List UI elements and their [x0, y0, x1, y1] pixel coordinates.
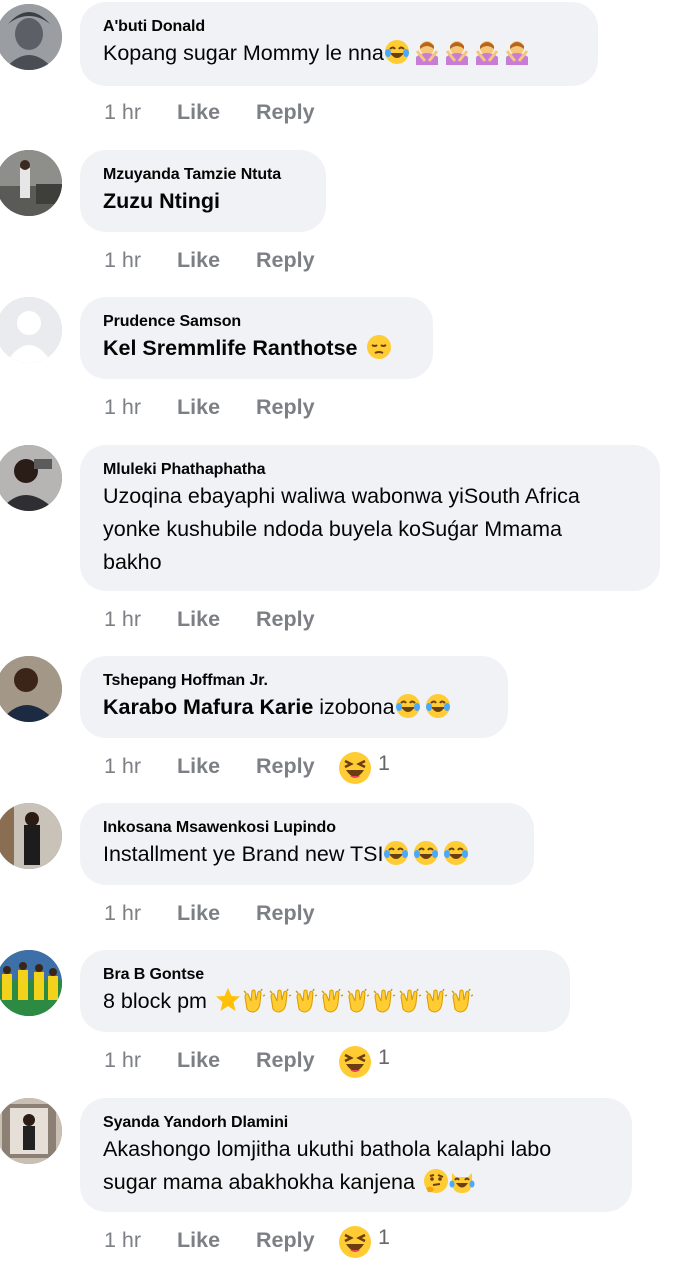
- avatar[interactable]: [0, 297, 62, 363]
- comment-text-line: Akashongo lomjitha ukuthi bathola kalaph…: [103, 1137, 552, 1161]
- avatar[interactable]: [0, 4, 62, 70]
- comment-text-line: yonke kushubile ndoda buyela koSuǵar Mma…: [103, 517, 562, 541]
- clap-emoji-icon: [345, 987, 371, 1013]
- like-button[interactable]: Like: [177, 1045, 220, 1075]
- laugh-cry-emoji-icon: [425, 693, 451, 719]
- comment-text-line-with-emojis: sugar mama abakhokha kanjena: [103, 1166, 610, 1199]
- comment-body: 8 block pm: [103, 989, 207, 1013]
- clap-emoji-icon: [423, 987, 449, 1013]
- no-gesture-emoji-icon: [444, 39, 470, 65]
- laugh-cry-emoji-icon: [384, 39, 410, 65]
- reply-button[interactable]: Reply: [256, 1045, 315, 1075]
- comment-bubble: Prudence Samson Kel Sremmlife Ranthotse: [80, 297, 433, 379]
- reply-button[interactable]: Reply: [256, 245, 315, 275]
- reply-button[interactable]: Reply: [256, 604, 315, 634]
- commenter-name[interactable]: A'buti Donald: [103, 17, 576, 37]
- laugh-cry-emoji-icon: [395, 693, 421, 719]
- timestamp[interactable]: 1 hr: [104, 898, 141, 928]
- reaction-count: 1: [378, 1225, 390, 1249]
- pensive-emoji-icon: [366, 334, 392, 360]
- comment-text: Zuzu Ntingi: [103, 185, 304, 218]
- comment-text-line: Uzoqina ebayaphi waliwa wabonwa yiSouth …: [103, 484, 580, 508]
- comment-bubble: A'buti Donald Kopang sugar Mommy le nna: [80, 2, 598, 86]
- no-gesture-emoji-icon: [504, 39, 530, 65]
- avatar[interactable]: [0, 1098, 62, 1164]
- like-button[interactable]: Like: [177, 604, 220, 634]
- timestamp[interactable]: 1 hr: [104, 604, 141, 634]
- comment-body: Installment ye Brand new TSI: [103, 842, 384, 866]
- commenter-name[interactable]: Prudence Samson: [103, 312, 411, 332]
- comment-bubble: Bra B Gontse 8 block pm: [80, 950, 570, 1032]
- avatar[interactable]: [0, 150, 62, 216]
- like-button[interactable]: Like: [177, 97, 220, 127]
- commenter-name[interactable]: Bra B Gontse: [103, 965, 548, 985]
- timestamp[interactable]: 1 hr: [104, 97, 141, 127]
- haha-reaction-icon: [338, 751, 372, 793]
- haha-reaction-icon: [338, 1045, 372, 1087]
- comment-body: izobona: [313, 695, 395, 719]
- comment-bubble: Mluleki Phathaphatha Uzoqina ebayaphi wa…: [80, 445, 660, 591]
- comment-text-line: sugar mama abakhokha kanjena: [103, 1170, 415, 1194]
- clap-emoji-icon: [293, 987, 319, 1013]
- like-button[interactable]: Like: [177, 245, 220, 275]
- comment-text: Kel Sremmlife Ranthotse: [103, 332, 411, 365]
- reply-button[interactable]: Reply: [256, 898, 315, 928]
- clap-emoji-icon: [319, 987, 345, 1013]
- mentioned-user-link[interactable]: Kel Sremmlife Ranthotse: [103, 336, 357, 360]
- comment-text: Uzoqina ebayaphi waliwa wabonwa yiSouth …: [103, 480, 638, 579]
- comment-bubble: Mzuyanda Tamzie Ntuta Zuzu Ntingi: [80, 150, 326, 232]
- comment-text: Akashongo lomjitha ukuthi bathola kalaph…: [103, 1133, 610, 1199]
- comment-text-line: bakho: [103, 550, 162, 574]
- comment-text: Installment ye Brand new TSI: [103, 838, 512, 871]
- laugh-cry-emoji-icon: [383, 840, 409, 866]
- haha-reaction-icon: [338, 1225, 372, 1267]
- reaction-count: 1: [378, 1045, 390, 1069]
- timestamp[interactable]: 1 hr: [104, 1045, 141, 1075]
- clap-emoji-icon: [241, 987, 267, 1013]
- timestamp[interactable]: 1 hr: [104, 392, 141, 422]
- avatar[interactable]: [0, 656, 62, 722]
- reply-button[interactable]: Reply: [256, 392, 315, 422]
- comment-bubble: Tshepang Hoffman Jr. Karabo Mafura Karie…: [80, 656, 508, 738]
- clap-emoji-icon: [267, 987, 293, 1013]
- thinking-emoji-icon: [423, 1168, 449, 1194]
- comment-body: Kopang sugar Mommy le nna: [103, 41, 384, 65]
- commenter-name[interactable]: Mluleki Phathaphatha: [103, 460, 638, 480]
- laugh-cry-emoji-icon: [443, 840, 469, 866]
- reply-button[interactable]: Reply: [256, 751, 315, 781]
- timestamp[interactable]: 1 hr: [104, 1225, 141, 1255]
- clap-emoji-icon: [371, 987, 397, 1013]
- comment-text: Kopang sugar Mommy le nna: [103, 37, 576, 70]
- like-button[interactable]: Like: [177, 751, 220, 781]
- commenter-name[interactable]: Inkosana Msawenkosi Lupindo: [103, 818, 512, 838]
- star-emoji-icon: [215, 987, 241, 1013]
- no-gesture-emoji-icon: [474, 39, 500, 65]
- clap-emoji-icon: [397, 987, 423, 1013]
- comment-text: Karabo Mafura Karie izobona: [103, 691, 486, 724]
- emoji-row: [384, 39, 530, 65]
- commenter-name[interactable]: Mzuyanda Tamzie Ntuta: [103, 165, 304, 185]
- reply-button[interactable]: Reply: [256, 97, 315, 127]
- cat-laugh-emoji-icon: [449, 1168, 475, 1194]
- mentioned-user-link[interactable]: Zuzu Ntingi: [103, 189, 220, 213]
- reaction-count: 1: [378, 751, 390, 775]
- commenter-name[interactable]: Syanda Yandorh Dlamini: [103, 1113, 610, 1133]
- like-button[interactable]: Like: [177, 898, 220, 928]
- comment-text: 8 block pm: [103, 985, 548, 1018]
- mentioned-user-link[interactable]: Karabo Mafura Karie: [103, 695, 313, 719]
- like-button[interactable]: Like: [177, 1225, 220, 1255]
- like-button[interactable]: Like: [177, 392, 220, 422]
- avatar[interactable]: [0, 950, 62, 1016]
- laugh-cry-emoji-icon: [413, 840, 439, 866]
- avatar[interactable]: [0, 803, 62, 869]
- no-gesture-emoji-icon: [414, 39, 440, 65]
- reply-button[interactable]: Reply: [256, 1225, 315, 1255]
- comment-bubble: Syanda Yandorh Dlamini Akashongo lomjith…: [80, 1098, 632, 1212]
- clap-emoji-icon: [449, 987, 475, 1013]
- comment-bubble: Inkosana Msawenkosi Lupindo Installment …: [80, 803, 534, 885]
- avatar[interactable]: [0, 445, 62, 511]
- commenter-name[interactable]: Tshepang Hoffman Jr.: [103, 671, 486, 691]
- timestamp[interactable]: 1 hr: [104, 751, 141, 781]
- timestamp[interactable]: 1 hr: [104, 245, 141, 275]
